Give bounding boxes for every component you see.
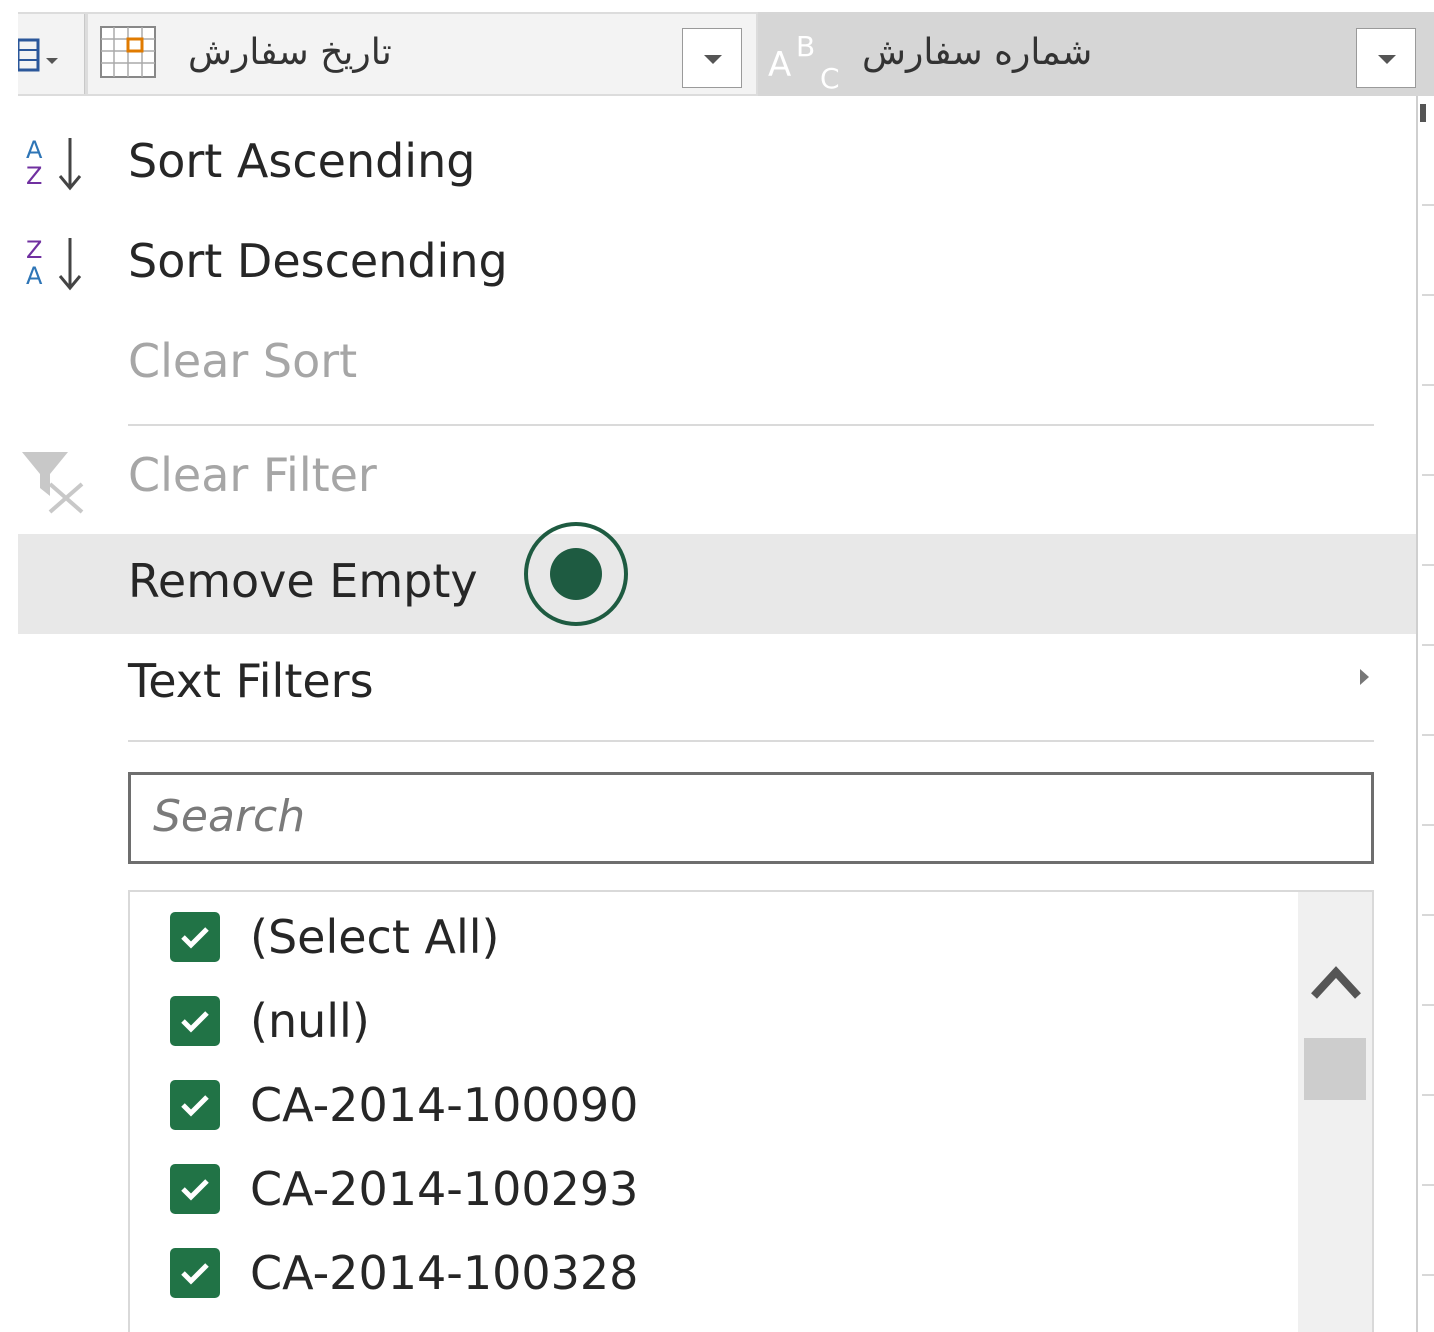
checkbox-checked[interactable]	[170, 1080, 220, 1130]
search-box[interactable]	[128, 772, 1374, 864]
remove-empty-item[interactable]: Remove Empty	[18, 534, 1416, 634]
checkbox-checked[interactable]	[170, 996, 220, 1046]
text-filters-label: Text Filters	[128, 654, 374, 708]
clear-filter-item[interactable]: Clear Filter	[18, 428, 1416, 528]
filter-values-list: (Select All) (null) CA-2014-100090 CA-20…	[128, 890, 1374, 1332]
date-column-dropdown-button[interactable]	[682, 28, 742, 88]
submenu-arrow-icon	[1360, 669, 1369, 685]
list-item-label: (null)	[250, 994, 370, 1048]
click-marker-dot	[550, 548, 602, 600]
list-item-label: CA-2014-100090	[250, 1078, 639, 1132]
sort-ascending-item[interactable]: A Z Sort Ascending	[18, 114, 1416, 214]
sort-descending-icon: Z A	[22, 232, 86, 300]
order-number-column-header[interactable]: A B C شماره سفارش	[758, 12, 1434, 96]
clear-sort-item[interactable]: Clear Sort	[18, 314, 1416, 414]
date-column-header[interactable]: تاریخ سفارش	[88, 14, 756, 94]
menu-separator	[128, 740, 1374, 742]
sort-ascending-icon: A Z	[22, 132, 86, 200]
previous-column-header[interactable]	[16, 14, 85, 94]
clear-sort-label: Clear Sort	[128, 334, 358, 388]
svg-text:A: A	[26, 136, 43, 164]
svg-text:Z: Z	[26, 162, 42, 190]
calendar-table-icon	[100, 26, 156, 82]
list-item-label: (Select All)	[250, 910, 500, 964]
order-number-column-title: شماره سفارش	[862, 32, 1093, 73]
text-abc-icon: A B C	[768, 26, 848, 95]
text-filters-item[interactable]: Text Filters	[18, 634, 1416, 734]
order-number-column-dropdown-button[interactable]	[1356, 28, 1416, 88]
list-item-label: CA-2014-100328	[250, 1246, 639, 1300]
date-column-title: تاریخ سفارش	[188, 32, 392, 73]
svg-text:C: C	[820, 62, 840, 90]
menu-separator	[128, 424, 1374, 426]
table-icon	[16, 38, 66, 76]
svg-text:B: B	[796, 30, 815, 63]
checkbox-checked[interactable]	[170, 1164, 220, 1214]
sort-descending-item[interactable]: Z A Sort Descending	[18, 214, 1416, 314]
remove-empty-label: Remove Empty	[128, 554, 478, 608]
svg-text:A: A	[768, 45, 791, 85]
checkbox-checked[interactable]	[170, 1248, 220, 1298]
list-scrollbar[interactable]	[1298, 892, 1372, 1332]
checkbox-checked[interactable]	[170, 912, 220, 962]
search-input[interactable]	[151, 775, 1335, 857]
column-filter-menu: A Z Sort Ascending Z A Sort Descending C…	[18, 96, 1416, 1332]
sort-descending-label: Sort Descending	[128, 234, 508, 288]
list-item-label: CA-2014-100293	[250, 1162, 639, 1216]
chevron-up-icon[interactable]	[1308, 960, 1364, 1004]
svg-text:A: A	[26, 262, 43, 290]
scrollbar-thumb[interactable]	[1304, 1038, 1366, 1100]
clear-filter-label: Clear Filter	[128, 448, 377, 502]
sort-ascending-label: Sort Ascending	[128, 134, 476, 188]
svg-text:Z: Z	[26, 236, 42, 264]
clear-filter-icon	[20, 448, 90, 518]
grid-right-edge	[1416, 96, 1434, 1332]
